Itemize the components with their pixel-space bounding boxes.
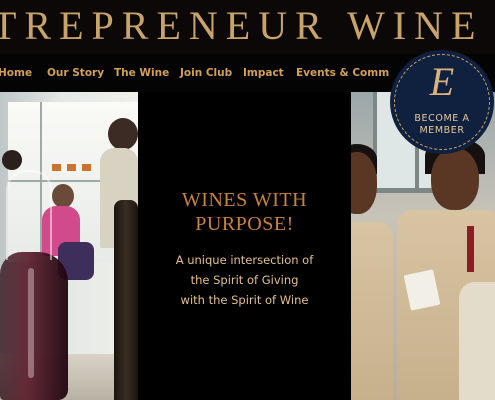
nav-item-the-wine[interactable]: The Wine [114,67,169,79]
hero-text-panel: WINES WITH PURPOSE! A unique intersectio… [138,92,351,400]
nav-item-our-story[interactable]: Our Story [47,67,104,79]
become-member-button[interactable]: E BECOME A MEMBER [390,50,494,154]
wine-tasting-photo [0,92,138,400]
nav-item-home[interactable]: Home [0,67,32,79]
nav-item-join-club[interactable]: Join Club [180,67,232,79]
nav-item-events[interactable]: Events & Comm [296,67,389,79]
become-member-label: BECOME A MEMBER [414,113,470,136]
hero-subtitle: A unique intersection of the Spirit of G… [175,253,314,307]
child-figure [431,148,479,210]
brand-monogram-icon: E [429,59,455,104]
site-title: TREPRENEUR WINE [0,3,484,48]
site-header: TREPRENEUR WINE [0,0,495,54]
nav-item-impact[interactable]: Impact [243,67,284,79]
person-figure [108,118,138,150]
hero-headline: WINES WITH PURPOSE! [181,189,308,235]
wine-decanter [0,252,68,400]
wine-bottle [114,200,138,400]
